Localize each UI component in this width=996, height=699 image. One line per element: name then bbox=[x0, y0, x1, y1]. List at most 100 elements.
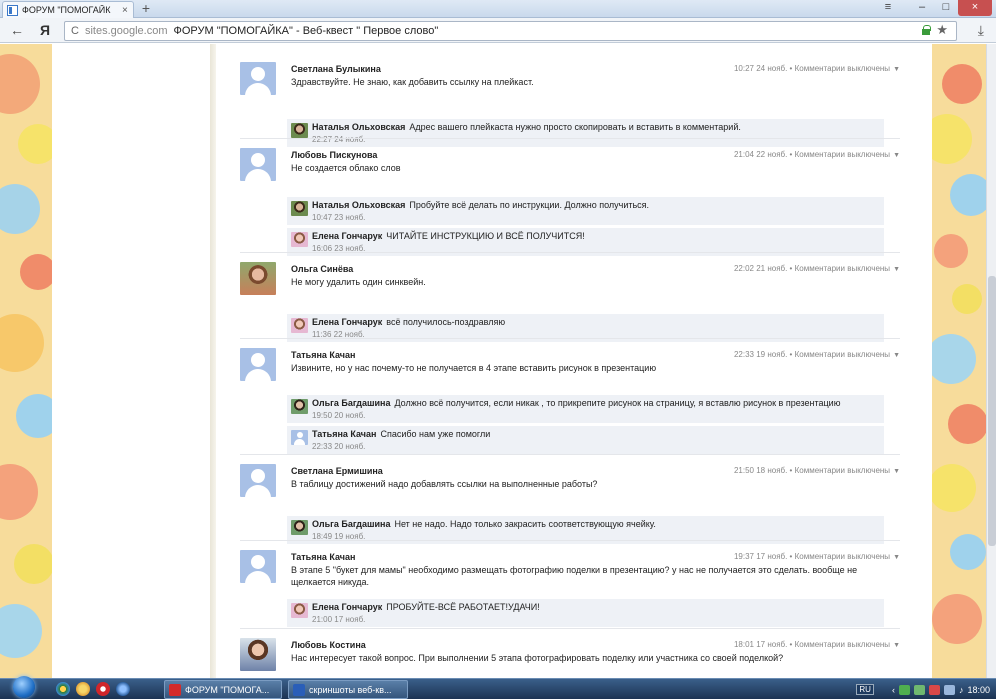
new-tab-button[interactable]: + bbox=[138, 1, 154, 17]
reply-avatar[interactable] bbox=[291, 603, 308, 618]
comment-meta-text: 22:33 19 нояб. • Комментарии выключены bbox=[733, 350, 891, 359]
reply-author[interactable]: Ольга Багдашина bbox=[312, 398, 390, 408]
avatar[interactable] bbox=[240, 148, 276, 181]
reply-item: Ольга Багдашина Должно всё получится, есл… bbox=[287, 395, 884, 423]
comment-meta-text: 19:37 17 нояб. • Комментарии выключены bbox=[733, 552, 891, 561]
reply-author[interactable]: Татьяна Качан bbox=[312, 429, 376, 439]
minimize-button[interactable]: – bbox=[910, 0, 934, 16]
comment-meta-text: 10:27 24 нояб. • Комментарии выключены bbox=[733, 64, 891, 73]
comment-author[interactable]: Светлана Ермишина bbox=[291, 466, 383, 476]
comment-meta[interactable]: 19:37 17 нояб. • Комментарии выключены ▼ bbox=[734, 552, 900, 561]
comment-meta-text: 22:02 21 нояб. • Комментарии выключены bbox=[733, 264, 891, 273]
chevron-down-icon[interactable]: ▼ bbox=[893, 266, 900, 273]
reply-author[interactable]: Наталья Ольховская bbox=[312, 122, 405, 132]
reply-author[interactable]: Ольга Багдашина bbox=[312, 519, 390, 529]
clock[interactable]: 18:00 bbox=[967, 685, 990, 695]
network-icon[interactable] bbox=[898, 684, 910, 695]
comment-meta[interactable]: 21:50 18 нояб. • Комментарии выключены ▼ bbox=[734, 466, 900, 475]
reply-avatar[interactable] bbox=[291, 430, 308, 445]
reply-line: Наталья Ольховская Пробуйте всё делать по… bbox=[312, 200, 649, 210]
media-icon[interactable] bbox=[116, 682, 130, 696]
comment-text: Здравствуйте. Не знаю, как добавить ссыл… bbox=[291, 77, 534, 87]
page-left-gutter bbox=[52, 44, 210, 678]
close-window-button[interactable]: × bbox=[958, 0, 992, 16]
comment-author[interactable]: Светлана Булыкина bbox=[291, 64, 381, 74]
avatar[interactable] bbox=[240, 348, 276, 381]
start-button[interactable] bbox=[0, 676, 46, 699]
chevron-down-icon[interactable]: ▼ bbox=[893, 468, 900, 475]
reply-time: 19:50 20 нояб. bbox=[312, 411, 366, 420]
avatar[interactable] bbox=[240, 464, 276, 497]
reply-text: Адрес вашего плейкаста нужно просто скоп… bbox=[409, 122, 741, 132]
yandex-icon[interactable]: Я bbox=[36, 22, 54, 40]
comment-author[interactable]: Любовь Костина bbox=[291, 640, 366, 650]
comment-meta[interactable]: 22:33 19 нояб. • Комментарии выключены ▼ bbox=[734, 350, 900, 359]
avatar[interactable] bbox=[240, 262, 276, 295]
bookmark-star-icon[interactable]: ★ bbox=[936, 22, 948, 38]
reply-avatar[interactable] bbox=[291, 232, 308, 247]
comment-author[interactable]: Татьяна Качан bbox=[291, 552, 355, 562]
site-favicon-icon bbox=[7, 4, 18, 16]
comment-author[interactable]: Татьяна Качан bbox=[291, 350, 355, 360]
reply-text: Должно всё получится, если никак , то пр… bbox=[394, 398, 841, 408]
comment-separator bbox=[240, 454, 900, 455]
chevron-down-icon[interactable]: ▼ bbox=[893, 152, 900, 159]
avatar[interactable] bbox=[240, 550, 276, 583]
reload-icon[interactable]: C bbox=[71, 25, 79, 37]
comment-meta[interactable]: 21:04 22 нояб. • Комментарии выключены ▼ bbox=[734, 150, 900, 159]
maximize-button[interactable]: □ bbox=[934, 0, 958, 16]
chevron-down-icon[interactable]: ▼ bbox=[893, 554, 900, 561]
avatar[interactable] bbox=[240, 62, 276, 95]
comment-meta-text: 21:50 18 нояб. • Комментарии выключены bbox=[733, 466, 891, 475]
comment-meta[interactable]: 22:02 21 нояб. • Комментарии выключены ▼ bbox=[734, 264, 900, 273]
reply-author[interactable]: Наталья Ольховская bbox=[312, 200, 405, 210]
reply-item: Елена Гончарук ПРОБУЙТЕ-ВСЁ РАБОТАЕТ!УДАЧ… bbox=[287, 599, 884, 627]
chevron-down-icon[interactable]: ▼ bbox=[893, 642, 900, 649]
reply-avatar[interactable] bbox=[291, 520, 308, 535]
reply-avatar[interactable] bbox=[291, 201, 308, 216]
language-indicator[interactable]: RU bbox=[856, 684, 874, 695]
comment-author[interactable]: Ольга Синёва bbox=[291, 264, 353, 274]
taskbar-item-word[interactable]: скриншоты веб-кв... bbox=[288, 680, 408, 699]
chevron-down-icon[interactable]: ▼ bbox=[893, 352, 900, 359]
chrome-icon[interactable] bbox=[56, 682, 70, 696]
opera-icon[interactable] bbox=[96, 682, 110, 696]
flag-icon[interactable] bbox=[928, 684, 940, 695]
reply-line: Наталья Ольховская Адрес вашего плейкаста… bbox=[312, 122, 741, 132]
comment-meta[interactable]: 10:27 24 нояб. • Комментарии выключены ▼ bbox=[734, 64, 900, 73]
back-arrow-icon[interactable]: ← bbox=[8, 22, 26, 40]
quick-launch bbox=[56, 682, 130, 696]
chevron-down-icon[interactable]: ▼ bbox=[893, 66, 900, 73]
signal-icon[interactable] bbox=[943, 684, 955, 695]
windows-taskbar: ФОРУМ "ПОМОГА... скриншоты веб-кв... RU … bbox=[0, 676, 996, 699]
tab-forum[interactable]: ФОРУМ "ПОМОГАЙК × bbox=[2, 1, 134, 18]
reply-line: Елена Гончарук ЧИТАЙТЕ ИНСТРУКЦИЮ И ВСЁ П… bbox=[312, 231, 585, 241]
reply-time: 22:27 24 нояб. bbox=[312, 135, 366, 144]
reply-avatar[interactable] bbox=[291, 399, 308, 414]
reply-author[interactable]: Елена Гончарук bbox=[312, 602, 382, 612]
download-icon[interactable]: ⤓ bbox=[978, 22, 984, 39]
tab-close-icon[interactable]: × bbox=[122, 5, 128, 16]
web-page: Светлана Булыкина Здравствуйте. Не знаю, … bbox=[0, 44, 996, 678]
comment-author[interactable]: Любовь Пискунова bbox=[291, 150, 377, 160]
volume-icon[interactable]: ♪ bbox=[959, 685, 964, 695]
folder-icon[interactable] bbox=[76, 682, 90, 696]
taskbar-item-browser[interactable]: ФОРУМ "ПОМОГА... bbox=[164, 680, 282, 699]
reply-avatar[interactable] bbox=[291, 318, 308, 333]
scrollbar-thumb[interactable] bbox=[988, 276, 996, 546]
reply-time: 10:47 23 нояб. bbox=[312, 213, 366, 222]
reply-author[interactable]: Елена Гончарук bbox=[312, 317, 382, 327]
browser-menu-icon[interactable]: ≡ bbox=[880, 1, 896, 15]
page-scrollbar[interactable] bbox=[986, 44, 996, 678]
sync-icon[interactable] bbox=[913, 684, 925, 695]
address-bar[interactable]: C sites.google.com ФОРУМ "ПОМОГАЙКА" - В… bbox=[64, 21, 957, 41]
comment-meta[interactable]: 18:01 17 нояб. • Комментарии выключены ▼ bbox=[734, 640, 900, 649]
reply-line: Елена Гончарук всё получилось-поздравляю bbox=[312, 317, 505, 327]
reply-avatar[interactable] bbox=[291, 123, 308, 138]
reply-line: Ольга Багдашина Нет не надо. Надо только … bbox=[312, 519, 656, 529]
lock-icon bbox=[922, 25, 931, 35]
tray-expand-icon[interactable]: ‹ bbox=[892, 685, 895, 695]
avatar[interactable] bbox=[240, 638, 276, 671]
reply-author[interactable]: Елена Гончарук bbox=[312, 231, 382, 241]
comment-text: Нас интересует такой вопрос. При выполне… bbox=[291, 653, 784, 663]
